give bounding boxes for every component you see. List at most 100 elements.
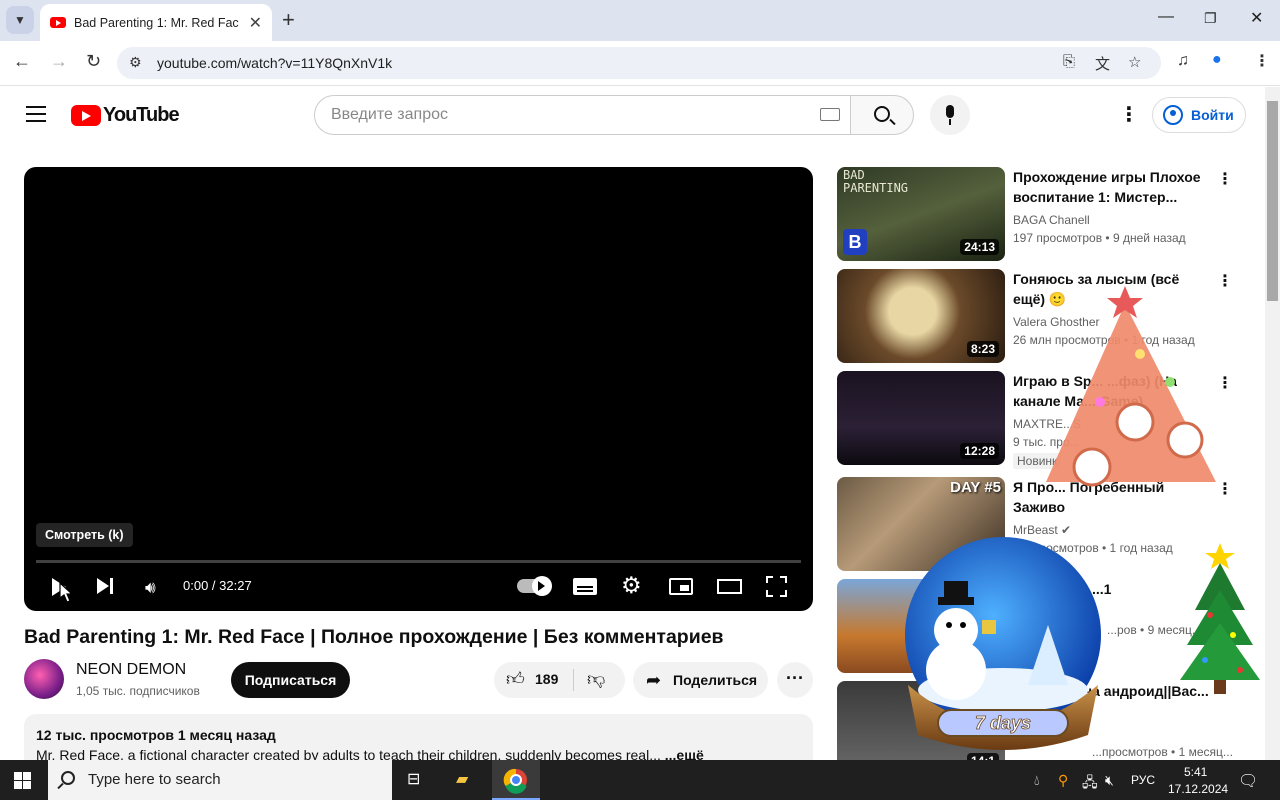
install-app-icon[interactable]: ⎘ [1063, 53, 1075, 70]
tray-drop-icon[interactable]: 💧︎ [1034, 772, 1040, 789]
taskbar-search-placeholder: Type here to search [88, 771, 221, 788]
video-title: Bad Parenting 1: Mr. Red Face | Полное п… [24, 626, 724, 648]
share-arrow-icon: ➦ [646, 670, 662, 690]
address-bar[interactable]: ⚙ youtube.com/watch?v=11Y8QnXnV1k ⎘ 文 ☆ [117, 47, 1161, 79]
taskbar-search-input[interactable]: Type here to search [48, 760, 392, 800]
browser-tab-active[interactable]: Bad Parenting 1: Mr. Red Face | ✕ [40, 4, 272, 41]
divider [573, 669, 574, 691]
mouse-cursor-icon [59, 581, 74, 603]
close-tab-icon[interactable]: ✕ [249, 13, 262, 33]
translate-icon[interactable]: 文 [1095, 53, 1110, 74]
notifications-icon[interactable]: 🗨︎ [1238, 771, 1258, 791]
like-icon[interactable]: 👍︎ [506, 668, 525, 690]
christmas-tree-icon [1180, 543, 1260, 694]
miniplayer-icon[interactable] [669, 578, 693, 595]
duration-badge: 8:23 [966, 341, 999, 357]
youtube-logo[interactable]: YouTube [71, 104, 180, 127]
account-icon [1163, 105, 1183, 125]
url-text: youtube.com/watch?v=11Y8QnXnV1k [157, 55, 393, 71]
rec-menu-icon[interactable]: ⋮ [1217, 169, 1233, 189]
tab-search-button[interactable]: ▼ [6, 6, 34, 34]
channel-avatar[interactable] [24, 659, 64, 699]
more-actions-button[interactable]: ··· [777, 662, 813, 698]
chrome-icon [503, 768, 527, 794]
signin-label: Войти [1191, 107, 1234, 123]
bookmark-star-icon[interactable]: ☆ [1128, 53, 1141, 71]
theater-mode-icon[interactable] [717, 579, 742, 594]
recommendation-item[interactable]: BAD PARENTING B 24:13 Прохождение игры П… [837, 167, 1247, 261]
reload-icon[interactable]: ↻ [86, 51, 101, 72]
restore-icon[interactable]: ❐ [1204, 10, 1217, 27]
rec-title: Прохождение игры Плохое воспитание 1: Ми… [1013, 169, 1201, 205]
taskbar-chrome-button[interactable] [492, 760, 540, 800]
settings-more-icon[interactable]: ⋮ [1119, 105, 1139, 125]
minimize-icon[interactable]: — [1158, 8, 1174, 26]
video-thumbnail[interactable]: 12:28 [837, 371, 1005, 465]
search-button[interactable] [850, 95, 914, 135]
rec-meta: ...просмотров • 1 месяц... [1092, 745, 1233, 759]
keyboard-icon[interactable] [820, 108, 840, 121]
youtube-favicon-icon [50, 17, 66, 28]
video-thumbnail[interactable]: 8:23 [837, 269, 1005, 363]
site-info-icon[interactable]: ⚙ [129, 54, 142, 71]
fullscreen-icon[interactable] [766, 576, 787, 597]
browser-menu-icon[interactable]: ⋮ [1254, 51, 1270, 71]
channel-name[interactable]: NEON DEMON [76, 661, 186, 679]
new-tab-button[interactable]: + [282, 8, 295, 32]
rec-meta: 197 просмотров • 9 дней назад [1013, 231, 1186, 245]
globe-label: 7 days [975, 713, 1031, 733]
subtitles-icon[interactable] [573, 578, 597, 595]
menu-hamburger-icon[interactable] [26, 106, 46, 122]
like-dislike-group: 👍︎ 189 👎︎ [494, 662, 625, 698]
scrollbar-thumb[interactable] [1267, 101, 1278, 301]
search-icon [874, 106, 890, 122]
profile-avatar-icon[interactable]: ● [1212, 51, 1222, 69]
page-scrollbar[interactable] [1265, 87, 1280, 760]
language-indicator[interactable]: РУС [1131, 773, 1155, 787]
time-display: 0:00 / 32:27 [183, 578, 252, 593]
share-button[interactable]: ➦ Поделиться [633, 662, 768, 698]
subscribe-button[interactable]: Подписаться [231, 662, 350, 698]
network-icon[interactable]: 🖧︎ [1082, 772, 1098, 796]
duration-badge: 12:28 [960, 443, 999, 459]
windows-start-icon[interactable] [14, 772, 31, 789]
duration-badge: 24:13 [960, 239, 999, 255]
chevron-down-icon: ▼ [14, 13, 26, 27]
browser-toolbar: ← → ↻ ⚙ youtube.com/watch?v=11Y8QnXnV1k … [0, 41, 1280, 86]
youtube-wordmark: YouTube [103, 104, 180, 126]
snow-globe-icon: 7 days [905, 537, 1101, 750]
tray-search-icon[interactable]: ⚲ [1058, 772, 1068, 789]
thumbnail-text: BAD PARENTING [843, 168, 909, 195]
dislike-icon[interactable]: 👎︎ [587, 668, 605, 690]
task-view-icon[interactable]: ⊟ [407, 760, 420, 800]
subscriber-count: 1,05 тыс. подписчиков [76, 684, 200, 698]
browser-tab-strip: ▼ Bad Parenting 1: Mr. Red Face | ✕ + — … [0, 0, 1280, 41]
volume-muted-icon[interactable]: 🔇︎ [1105, 772, 1114, 789]
channel-logo-b-icon: B [843, 229, 867, 255]
rec-channel: BAGA Chanell [1013, 213, 1090, 227]
video-player[interactable]: Смотреть (k) 🔊︎ 0:00 / 32:27 ⚙ [24, 167, 813, 611]
back-arrow-icon[interactable]: ← [13, 51, 31, 72]
search-placeholder: Введите запрос [331, 106, 448, 123]
youtube-play-logo-icon [71, 105, 101, 126]
share-label: Поделиться [673, 672, 758, 688]
close-window-icon[interactable]: ✕ [1250, 8, 1263, 28]
forward-arrow-icon[interactable]: → [50, 51, 68, 72]
signin-button[interactable]: Войти [1152, 97, 1246, 133]
view-count-date: 12 тыс. просмотров 1 месяц назад [36, 727, 276, 743]
settings-gear-icon[interactable]: ⚙ [621, 572, 642, 599]
progress-bar[interactable] [36, 560, 801, 563]
christmas-tree-ornament-icon [1046, 286, 1216, 487]
clock-time[interactable]: 5:41 [1184, 765, 1207, 779]
tab-title: Bad Parenting 1: Mr. Red Face | [74, 15, 239, 30]
thumbnail-text: DAY #5 [950, 479, 1001, 496]
clock-date[interactable]: 17.12.2024 [1168, 782, 1228, 796]
video-thumbnail[interactable]: BAD PARENTING B 24:13 [837, 167, 1005, 261]
autoplay-toggle[interactable] [517, 576, 552, 596]
media-control-icon[interactable]: ♫ [1177, 52, 1189, 70]
voice-search-mic-icon[interactable] [930, 95, 970, 135]
volume-icon[interactable]: 🔊︎ [145, 578, 156, 598]
search-input[interactable]: Введите запрос [314, 95, 851, 135]
file-explorer-icon[interactable]: ▰ [456, 760, 468, 800]
play-tooltip: Смотреть (k) [36, 523, 133, 547]
